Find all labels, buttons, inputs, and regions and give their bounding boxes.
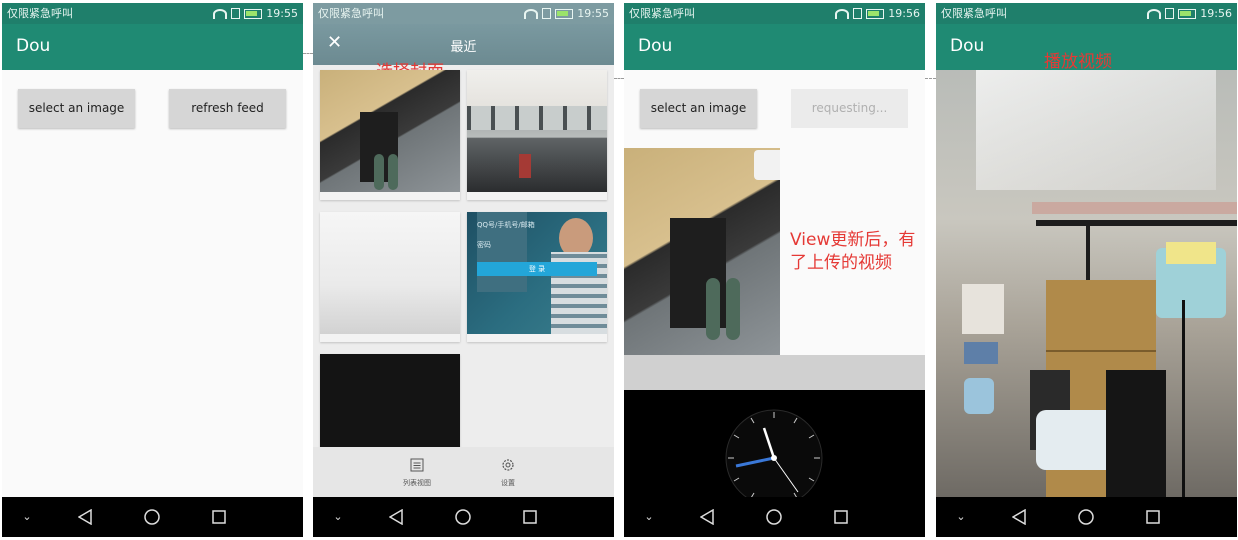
nav-bar: ⌄ — [313, 497, 614, 537]
settings-label: 设置 — [501, 479, 515, 487]
nav-bar: ⌄ — [624, 497, 925, 537]
divider — [614, 78, 624, 79]
collapse-icon[interactable]: ⌄ — [946, 497, 976, 537]
list-view-tab[interactable]: 列表视图 — [395, 457, 439, 488]
select-image-button[interactable]: select an image — [18, 89, 135, 128]
clock-text: 19:56 — [888, 7, 920, 20]
login-screenshot: QQ号/手机号/邮箱 密码 登 录 — [467, 212, 607, 334]
refresh-feed-button[interactable]: refresh feed — [169, 89, 286, 128]
collapse-icon[interactable]: ⌄ — [634, 497, 664, 537]
carrier-text: 仅限紧急呼叫 — [7, 7, 73, 20]
divider — [925, 78, 936, 79]
app-bar: Dou — [2, 24, 303, 70]
phone-screen-2: 仅限紧急呼叫 19:55 ✕ 最近 选择封面 QQ号/ — [313, 3, 614, 537]
collapse-icon[interactable]: ⌄ — [12, 497, 42, 537]
login-button: 登 录 — [477, 262, 597, 276]
hall-photo — [467, 70, 607, 192]
carrier-text: 仅限紧急呼叫 — [941, 7, 1007, 20]
wifi-icon — [1147, 8, 1162, 19]
battery-icon — [1178, 8, 1197, 19]
wifi-icon — [835, 8, 850, 19]
account-placeholder: QQ号/手机号/邮箱 — [477, 221, 535, 229]
gear-icon — [502, 459, 514, 471]
divider — [303, 53, 313, 54]
annotation-view-updated: View更新后，有了上传的视频 — [790, 230, 916, 273]
nav-bar: ⌄ — [936, 497, 1237, 537]
video-player[interactable] — [936, 70, 1237, 497]
gallery-item[interactable]: QQ号/手机号/邮箱 密码 登 录 — [467, 212, 607, 342]
feed-video-cover[interactable] — [624, 148, 780, 355]
gallery-item[interactable] — [320, 354, 460, 449]
status-bar: 仅限紧急呼叫 19:56 — [624, 3, 925, 24]
home-icon[interactable] — [1071, 497, 1101, 537]
recents-icon[interactable] — [1138, 497, 1168, 537]
sim-icon — [542, 8, 552, 19]
app-title: Dou — [950, 36, 985, 56]
carrier-text: 仅限紧急呼叫 — [629, 7, 695, 20]
sim-icon — [853, 8, 863, 19]
feed-video-clock[interactable] — [624, 390, 925, 507]
sim-icon — [231, 8, 241, 19]
dark-photo — [320, 354, 460, 449]
clock-icon — [725, 409, 823, 507]
phone-screen-4: 仅限紧急呼叫 19:56 Dou 播放视频 ⌄ — [936, 3, 1237, 537]
app-title: Dou — [638, 36, 673, 56]
carrier-text: 仅限紧急呼叫 — [318, 7, 384, 20]
gallery-item[interactable] — [467, 70, 607, 200]
back-icon[interactable] — [1004, 497, 1034, 537]
battery-icon — [866, 8, 885, 19]
sim-icon — [1165, 8, 1175, 19]
clock-text: 19:56 — [1200, 7, 1232, 20]
settings-tab[interactable]: 设置 — [488, 457, 528, 488]
gallery-item[interactable] — [320, 212, 460, 342]
desk-photo — [320, 70, 460, 192]
feed-item-placeholder — [624, 355, 925, 390]
back-icon[interactable] — [70, 497, 100, 537]
gallery-top-bar: ✕ 最近 — [313, 24, 614, 65]
battery-icon — [555, 8, 574, 19]
requesting-button[interactable]: requesting... — [791, 89, 908, 128]
wifi-icon — [524, 8, 539, 19]
annotation-play-video: 播放视频 — [1044, 52, 1112, 72]
gallery-title: 最近 — [450, 40, 477, 55]
home-icon[interactable] — [448, 497, 478, 537]
blank-photo — [320, 212, 460, 334]
recents-icon[interactable] — [204, 497, 234, 537]
home-icon[interactable] — [137, 497, 167, 537]
app-bar: Dou — [624, 24, 925, 70]
list-view-icon — [410, 458, 424, 472]
list-view-label: 列表视图 — [403, 479, 431, 487]
password-label: 密码 — [477, 241, 491, 249]
clock-text: 19:55 — [266, 7, 298, 20]
select-image-button[interactable]: select an image — [640, 89, 757, 128]
gallery-bottom-bar: 列表视图 设置 — [313, 447, 614, 497]
wifi-icon — [213, 8, 228, 19]
status-bar: 仅限紧急呼叫 19:56 — [936, 3, 1237, 24]
phone-screen-1: 仅限紧急呼叫 19:55 Dou select an image refresh… — [2, 3, 303, 537]
status-bar: 仅限紧急呼叫 19:55 — [2, 3, 303, 24]
nav-bar: ⌄ — [2, 497, 303, 537]
gallery-item[interactable] — [320, 70, 460, 200]
back-icon[interactable] — [381, 497, 411, 537]
battery-icon — [244, 8, 263, 19]
back-icon[interactable] — [692, 497, 722, 537]
phone-screen-3: 仅限紧急呼叫 19:56 Dou select an image request… — [624, 3, 925, 537]
home-icon[interactable] — [759, 497, 789, 537]
app-title: Dou — [16, 36, 51, 56]
status-bar: 仅限紧急呼叫 19:55 — [313, 3, 614, 24]
collapse-icon[interactable]: ⌄ — [323, 497, 353, 537]
clock-text: 19:55 — [577, 7, 609, 20]
recents-icon[interactable] — [826, 497, 856, 537]
recents-icon[interactable] — [515, 497, 545, 537]
